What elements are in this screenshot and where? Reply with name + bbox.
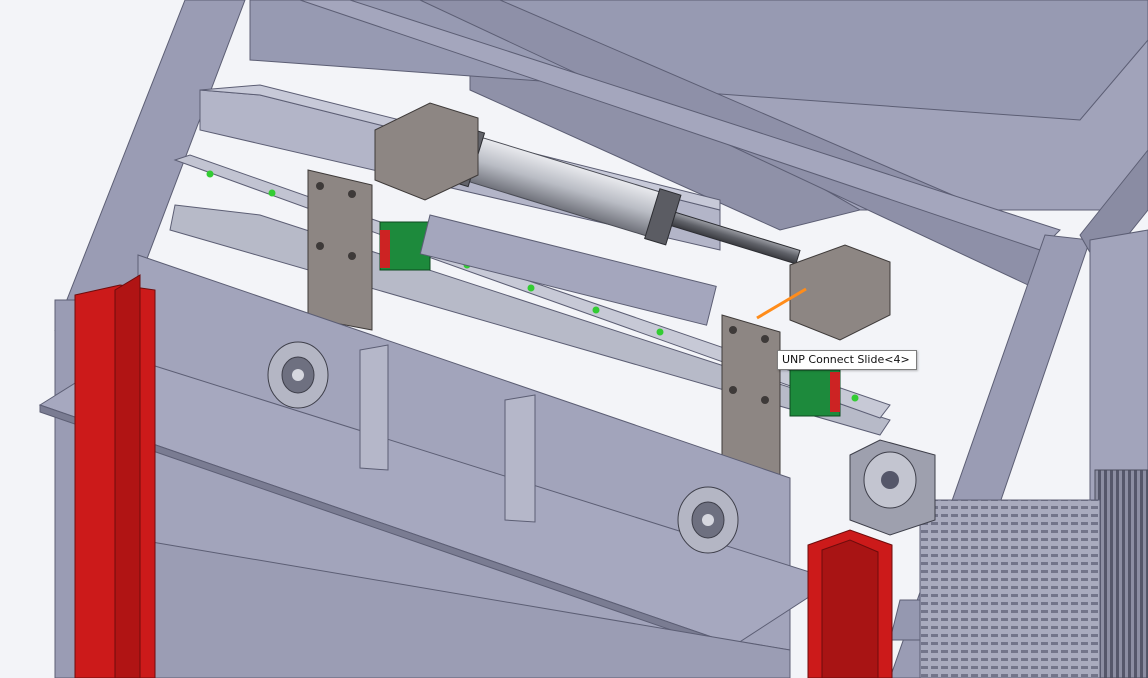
pulley-right	[677, 486, 739, 554]
rail-marker	[592, 306, 600, 314]
rib-plate	[504, 394, 536, 523]
floor-chain-right	[919, 499, 1101, 678]
ring-gear	[1094, 469, 1148, 678]
entity-tooltip: UNP Connect Slide<4>	[777, 350, 917, 370]
red-post-left	[74, 274, 156, 678]
cad-graphics-viewport[interactable]: UNP Connect Slide<4>	[0, 0, 1148, 678]
rail-marker	[268, 189, 276, 197]
rail-marker	[206, 170, 214, 178]
rail-marker	[851, 394, 859, 402]
slide-block-right	[789, 369, 841, 417]
red-post-right	[807, 529, 893, 678]
rail-marker	[656, 328, 664, 336]
pulley-left	[267, 341, 329, 409]
rib-plate	[359, 344, 389, 471]
bearing-unit-right	[849, 439, 936, 536]
assembly-model[interactable]	[0, 0, 1148, 678]
rail-marker	[527, 284, 535, 292]
